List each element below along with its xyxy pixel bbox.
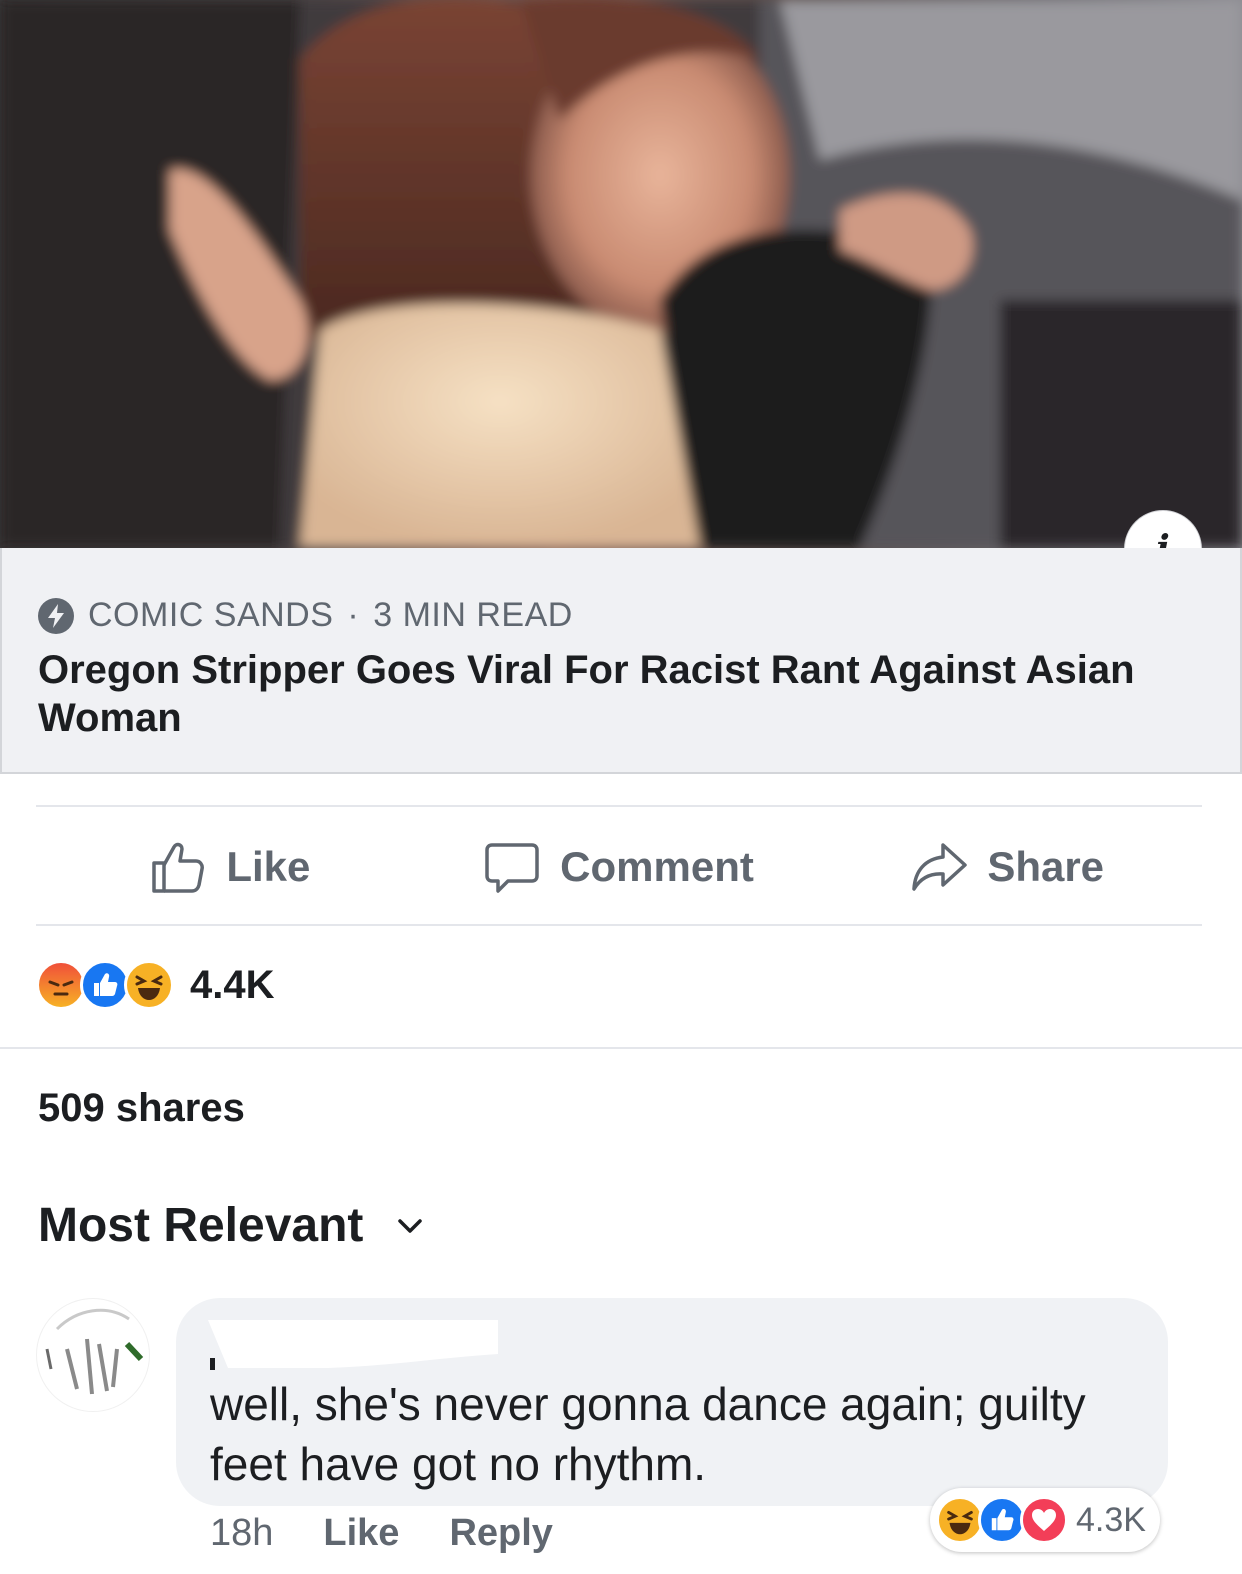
- action-bar: Like Comment Share: [36, 808, 1202, 926]
- comment-label: Comment: [560, 843, 754, 890]
- comment-reaction-count: 4.3K: [1076, 1500, 1146, 1539]
- source-name: COMIC SANDS: [88, 596, 334, 634]
- article-preview-image[interactable]: i: [0, 0, 1242, 548]
- haha-reaction-icon: [124, 960, 174, 1010]
- source-separator: ·: [347, 596, 360, 634]
- article-headline[interactable]: Oregon Stripper Goes Viral For Racist Ra…: [38, 646, 1208, 742]
- love-reaction-icon: [1020, 1496, 1068, 1544]
- reaction-count: 4.4K: [190, 962, 275, 1007]
- like-label: Like: [226, 843, 311, 890]
- video-still-illustration: [0, 0, 1242, 548]
- sort-label: Most Relevant: [38, 1199, 364, 1252]
- read-time: 3 MIN READ: [373, 596, 573, 634]
- comment-time: 18h: [210, 1512, 274, 1554]
- divider: [36, 924, 1202, 926]
- like-reaction-icon: [80, 960, 130, 1010]
- link-card[interactable]: COMIC SANDS · 3 MIN READ Oregon Stripper…: [0, 548, 1242, 774]
- like-reaction-icon: [978, 1496, 1026, 1544]
- comment-reactions[interactable]: 4.3K: [930, 1488, 1160, 1552]
- comment-sort-dropdown[interactable]: Most Relevant: [38, 1198, 423, 1253]
- comment-bubble[interactable]: well, she's never gonna dance again; gui…: [176, 1298, 1168, 1506]
- divider: [0, 1047, 1242, 1049]
- chevron-down-icon: [398, 1218, 423, 1233]
- comment-like-link[interactable]: Like: [323, 1512, 399, 1555]
- share-label: Share: [987, 843, 1105, 890]
- share-arrow-icon: [912, 843, 968, 891]
- redacted-commenter-name: [208, 1320, 498, 1370]
- comment-reply-link[interactable]: Reply: [449, 1512, 552, 1555]
- reactions-summary[interactable]: 4.4K: [36, 960, 275, 1010]
- source-row: COMIC SANDS · 3 MIN READ: [38, 596, 573, 635]
- comment-meta: 18h Like Reply: [210, 1512, 553, 1555]
- comment-button[interactable]: Comment: [425, 839, 814, 895]
- comment-text: well, she's never gonna dance again; gui…: [210, 1378, 1086, 1490]
- haha-reaction-icon: [936, 1496, 984, 1544]
- share-count[interactable]: 509 shares: [38, 1086, 245, 1131]
- angry-reaction-icon: [36, 960, 86, 1010]
- bolt-icon: [38, 597, 74, 634]
- avatar[interactable]: [36, 1298, 150, 1412]
- like-button[interactable]: Like: [36, 839, 425, 895]
- share-button[interactable]: Share: [813, 839, 1202, 895]
- thumbs-up-icon: [152, 842, 205, 893]
- comment-bubble-icon: [485, 843, 539, 893]
- divider: [36, 805, 1202, 807]
